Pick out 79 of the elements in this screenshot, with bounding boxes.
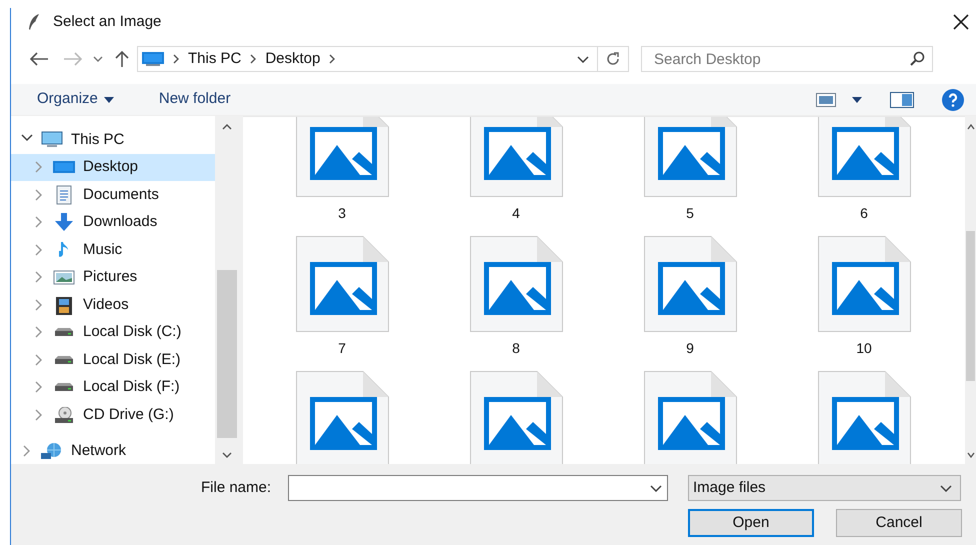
scrollbar-thumb[interactable]	[966, 231, 975, 381]
monitor-icon	[142, 52, 164, 66]
film-icon	[53, 294, 75, 315]
image-file-icon[interactable]	[296, 117, 388, 197]
nav-item[interactable]: Music	[11, 236, 215, 264]
nav-item[interactable]: Local Disk (E:)	[11, 346, 215, 374]
file-name[interactable]: 5	[686, 203, 694, 224]
chevron-down-icon[interactable]	[577, 56, 589, 62]
image-file-icon[interactable]	[818, 117, 910, 197]
search-field[interactable]: Search Desktop	[641, 46, 933, 72]
organize-menu[interactable]: Organize	[37, 88, 114, 111]
drive-icon	[55, 356, 73, 364]
drive-icon	[55, 328, 73, 336]
disc-drive-icon	[55, 406, 73, 423]
file-name-field[interactable]	[288, 475, 668, 501]
breadcrumb[interactable]: Desktop	[265, 48, 320, 70]
nav-item[interactable]: Desktop	[11, 154, 215, 181]
scroll-down-icon[interactable]	[222, 452, 232, 458]
nav-item[interactable]: CD Drive (G:)	[11, 401, 215, 428]
refresh-icon[interactable]	[605, 51, 621, 67]
image-file-icon[interactable]	[644, 117, 736, 197]
monitor-icon	[41, 130, 63, 150]
image-file-icon[interactable]	[296, 236, 388, 332]
nav-item[interactable]: This PC	[11, 126, 215, 154]
image-file-icon[interactable]	[296, 371, 388, 464]
drive-icon	[55, 383, 73, 392]
file-name[interactable]: 7	[338, 338, 346, 359]
scroll-up-icon[interactable]	[966, 124, 974, 130]
breadcrumb[interactable]: This PC	[188, 48, 242, 70]
new-folder-button[interactable]: New folder	[158, 88, 231, 111]
nav-item[interactable]: Downloads	[11, 208, 215, 236]
file-name[interactable]: 3	[338, 203, 346, 224]
nav-item[interactable]: Documents	[11, 181, 215, 208]
image-file-icon[interactable]	[818, 236, 910, 332]
chevron-right-icon[interactable]	[329, 54, 336, 64]
nav-item[interactable]: Local Disk (C:)	[11, 318, 215, 346]
globe-icon	[41, 441, 63, 462]
nav-item[interactable]: Local Disk (F:)	[11, 374, 215, 401]
caret-icon[interactable]	[104, 96, 114, 102]
search-icon[interactable]	[909, 51, 925, 67]
window-title: Select an Image	[53, 12, 162, 32]
file-name[interactable]: 4	[512, 203, 520, 224]
image-file-icon[interactable]	[470, 371, 562, 464]
image-file-icon[interactable]	[818, 371, 910, 464]
image-file-icon[interactable]	[644, 371, 736, 464]
chevron-down-icon[interactable]	[93, 56, 103, 62]
back-arrow-icon[interactable]	[29, 52, 49, 66]
help-icon[interactable]	[942, 88, 964, 110]
file-name[interactable]: 10	[856, 338, 872, 359]
file-name[interactable]: 6	[860, 203, 868, 224]
open-button[interactable]: Open	[688, 509, 814, 537]
scrollbar-thumb[interactable]	[217, 270, 237, 438]
music-note-icon	[58, 240, 70, 259]
nav-item[interactable]: Pictures	[11, 264, 215, 291]
nav-item[interactable]: Network	[11, 438, 215, 464]
up-arrow-icon[interactable]	[115, 50, 129, 68]
image-file-icon[interactable]	[470, 117, 562, 197]
chevron-right-icon[interactable]	[173, 54, 179, 64]
file-type-dropdown[interactable]: Image files	[688, 475, 961, 501]
down-arrow-icon	[55, 213, 73, 232]
chevron-down-icon[interactable]	[940, 484, 952, 492]
chevron-down-icon[interactable]	[650, 485, 662, 492]
file-name-label: File name:	[201, 478, 272, 498]
cancel-button[interactable]: Cancel	[836, 509, 962, 537]
file-name[interactable]: 9	[686, 338, 694, 359]
view-options-icon[interactable]	[816, 92, 836, 106]
scroll-down-icon[interactable]	[966, 452, 974, 458]
feather-icon	[27, 13, 41, 31]
address-bar[interactable]: This PC Desktop	[137, 46, 629, 72]
preview-pane-icon[interactable]	[890, 92, 914, 108]
scroll-up-icon[interactable]	[222, 124, 232, 130]
nav-item[interactable]: Videos	[11, 291, 215, 318]
image-file-icon[interactable]	[470, 236, 562, 332]
scrollbar[interactable]	[965, 116, 976, 464]
file-name[interactable]: 8	[512, 338, 520, 359]
image-file-icon[interactable]	[644, 236, 736, 332]
close-icon[interactable]	[952, 13, 970, 31]
chevron-right-icon[interactable]	[250, 54, 256, 64]
caret-icon[interactable]	[852, 96, 862, 102]
